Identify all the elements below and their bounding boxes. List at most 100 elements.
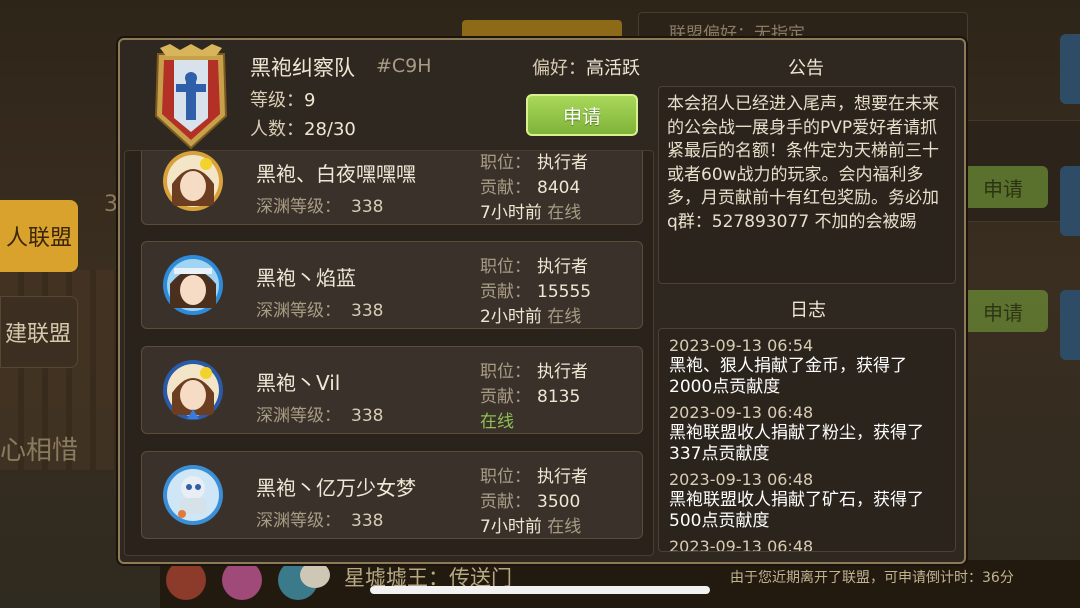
log-time: 2023-09-13 06:48 (669, 403, 814, 422)
chat-bubble-icon[interactable] (300, 562, 330, 588)
log-entry: 2023-09-13 06:48 (669, 536, 947, 552)
online-status: 在线 (547, 517, 582, 537)
log-time: 2023-09-13 06:48 (669, 537, 814, 552)
member-last-seen: 2小时前 在线 (480, 302, 581, 327)
member-role: 职位： 执行者 (480, 252, 588, 277)
guild-preference: 偏好：高活跃 (532, 54, 640, 80)
member-list[interactable]: 黑袍、白夜嘿嘿嘿 深渊等级： 338 职位： 执行者 贡献： 8404 7小时前 在线… (124, 150, 654, 556)
role-label: 职位： (480, 257, 531, 277)
background-apply-button[interactable]: 申请 (958, 166, 1048, 208)
cooldown-notice: 由于您近期离开了联盟，可申请倒计时：36分 (730, 570, 1014, 586)
emblem-icon[interactable] (222, 560, 262, 600)
contribution-label: 贡献： (480, 178, 531, 198)
member-name: 黑袍丶焰蓝 (256, 266, 356, 290)
background-blue-button[interactable] (1060, 290, 1080, 360)
log-entry: 2023-09-13 06:54 黑袍、狠人捐献了金币，获得了2000点贡献度 (669, 335, 947, 398)
guild-preference-label: 偏好： (532, 58, 586, 79)
guild-name: 黑袍纠察队 (250, 56, 355, 80)
home-indicator[interactable] (370, 586, 710, 594)
contribution-value: 15555 (537, 282, 592, 302)
log-time: 2023-09-13 06:48 (669, 470, 814, 489)
member-row[interactable]: 黑袍丶亿万少女梦 深渊等级： 338 职位： 执行者 贡献： 3500 7小时前 在线 (141, 451, 643, 539)
contribution-value: 8404 (537, 178, 581, 198)
member-row[interactable]: 黑袍丶Vil 深渊等级： 338 职位： 执行者 贡献： 8135 在线 (141, 346, 643, 434)
role-value: 执行者 (537, 257, 588, 277)
bottom-emblems (166, 560, 318, 600)
background-apply-button[interactable]: 申请 (958, 290, 1048, 332)
member-name: 黑袍、白夜嘿嘿嘿 (256, 162, 416, 186)
role-label: 职位： (480, 362, 531, 382)
abyss-level-label: 深渊等级： (256, 511, 341, 531)
member-avatar[interactable] (162, 254, 224, 316)
abyss-level-value: 338 (351, 301, 384, 321)
log-list[interactable]: 2023-09-13 06:54 黑袍、狠人捐献了金币，获得了2000点贡献度 … (658, 328, 956, 552)
member-contribution: 贡献： 8404 (480, 173, 580, 198)
contribution-label: 贡献： (480, 282, 531, 302)
member-contribution: 贡献： 3500 (480, 487, 580, 512)
guild-tag: #C9H (376, 55, 432, 77)
guild-level: 等级：9 (250, 86, 315, 112)
contribution-label: 贡献： (480, 492, 531, 512)
guild-level-label: 等级： (250, 90, 304, 111)
member-role: 职位： 执行者 (480, 357, 588, 382)
member-abyss-level: 深渊等级： 338 (256, 401, 383, 426)
log-entry: 2023-09-13 06:48 黑袍联盟收人捐献了矿石，获得了500点贡献度 (669, 469, 947, 532)
online-status: 在线 (547, 203, 582, 223)
member-role: 职位： 执行者 (480, 151, 588, 173)
log-text: 黑袍、狠人捐献了金币，获得了2000点贡献度 (669, 356, 907, 397)
member-contribution: 贡献： 8135 (480, 382, 580, 407)
member-abyss-level: 深渊等级： 338 (256, 506, 383, 531)
member-avatar[interactable] (162, 150, 224, 212)
role-value: 执行者 (537, 153, 588, 173)
background-blue-button[interactable] (1060, 34, 1080, 104)
member-last-seen: 7小时前 在线 (480, 512, 581, 537)
role-label: 职位： (480, 467, 531, 487)
member-row[interactable]: 黑袍丶焰蓝 深渊等级： 338 职位： 执行者 贡献： 15555 2小时前 在线 (141, 241, 643, 329)
member-last-seen: 7小时前 在线 (480, 198, 581, 223)
last-seen-time: 7小时前 (480, 517, 542, 537)
member-role: 职位： 执行者 (480, 462, 588, 487)
member-abyss-level: 深渊等级： 338 (256, 296, 383, 321)
abyss-level-value: 338 (351, 511, 384, 531)
member-abyss-level: 深渊等级： 338 (256, 192, 383, 217)
online-status: 在线 (480, 412, 514, 432)
guild-level-value: 9 (304, 90, 316, 111)
last-seen-time: 7小时前 (480, 203, 542, 223)
log-text: 黑袍联盟收人捐献了粉尘，获得了337点贡献度 (669, 423, 924, 464)
member-avatar[interactable] (162, 359, 224, 421)
role-value: 执行者 (537, 467, 588, 487)
member-row[interactable]: 黑袍、白夜嘿嘿嘿 深渊等级： 338 职位： 执行者 贡献： 8404 7小时前 在线 (141, 150, 643, 225)
role-value: 执行者 (537, 362, 588, 382)
online-status: 在线 (547, 307, 582, 327)
member-avatar[interactable] (162, 464, 224, 526)
guild-member-count-value: 28/30 (304, 119, 356, 140)
background-text: 心相惜 (0, 436, 79, 466)
announcement-title: 公告 (788, 58, 824, 79)
create-alliance-tab[interactable]: 建联盟 (0, 296, 78, 368)
abyss-level-label: 深渊等级： (256, 197, 341, 217)
log-entry: 2023-09-13 06:48 黑袍联盟收人捐献了粉尘，获得了337点贡献度 (669, 402, 947, 465)
guild-preference-value: 高活跃 (586, 58, 640, 79)
emblem-icon[interactable] (166, 560, 206, 600)
log-title: 日志 (790, 300, 826, 321)
member-name: 黑袍丶亿万少女梦 (256, 476, 416, 500)
last-seen-time: 2小时前 (480, 307, 542, 327)
contribution-value: 3500 (537, 492, 581, 512)
member-last-seen: 在线 (480, 407, 514, 432)
contribution-label: 贡献： (480, 387, 531, 407)
background-blue-button[interactable] (1060, 166, 1080, 236)
abyss-level-label: 深渊等级： (256, 406, 341, 426)
apply-button[interactable]: 申请 (526, 94, 638, 136)
member-name: 黑袍丶Vil (256, 371, 341, 395)
abyss-level-value: 338 (351, 197, 384, 217)
join-alliance-tab[interactable]: 人联盟 (0, 200, 78, 272)
log-text: 黑袍联盟收人捐献了矿石，获得了500点贡献度 (669, 490, 924, 531)
abyss-level-label: 深渊等级： (256, 301, 341, 321)
log-time: 2023-09-13 06:54 (669, 336, 814, 355)
contribution-value: 8135 (537, 387, 581, 407)
background-number: 3 (104, 192, 118, 217)
role-label: 职位： (480, 153, 531, 173)
announcement-text[interactable]: 本会招人已经进入尾声，想要在未来的公会战一展身手的PVP爱好者请抓紧最后的名额！… (658, 86, 956, 284)
abyss-level-value: 338 (351, 406, 384, 426)
member-contribution: 贡献： 15555 (480, 277, 591, 302)
